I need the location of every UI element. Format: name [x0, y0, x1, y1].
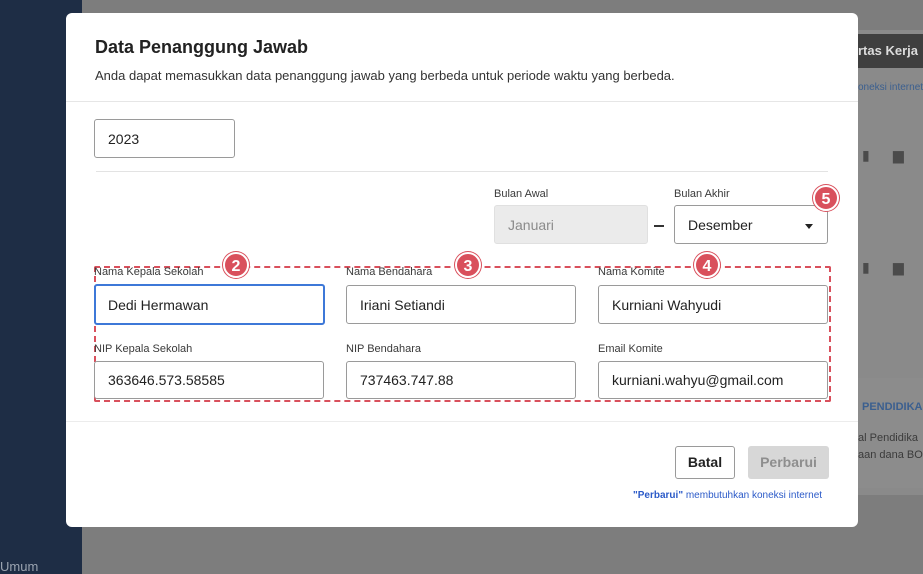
email-komite-input[interactable]: kurniani.wahyu@gmail.com — [598, 361, 828, 399]
kertas-kerja-button[interactable]: rtas Kerja — [852, 34, 923, 68]
internet-note: "Perbarui" membutuhkan koneksi internet — [633, 490, 822, 501]
sidebar-label-umum[interactable]: Umum — [0, 559, 38, 574]
bulan-awal-select[interactable]: Januari — [494, 205, 648, 244]
note-text: membutuhkan koneksi internet — [683, 490, 823, 501]
penanggung-jawab-dialog: Data Penanggung Jawab Anda dapat memasuk… — [66, 13, 858, 527]
kepala-sekolah-input[interactable]: Dedi Hermawan — [94, 284, 325, 325]
dialog-title: Data Penanggung Jawab — [95, 37, 309, 57]
step-badge-4: 4 — [694, 252, 720, 278]
nip-kepala-sekolah-label: NIP Kepala Sekolah — [94, 343, 193, 355]
bendahara-input[interactable]: Iriani Setiandi — [346, 285, 576, 324]
pendidikan-heading: PENDIDIKA — [862, 401, 923, 413]
nip-bendahara-input[interactable]: 737463.747.88 — [346, 361, 576, 399]
step-badge-5: 5 — [813, 185, 839, 211]
komite-label: Nama Komite — [598, 266, 665, 278]
nip-kepala-sekolah-input[interactable]: 363646.573.58585 — [94, 361, 324, 399]
note-perbarui: "Perbarui" — [633, 490, 684, 501]
trash-icon[interactable]: ▮ — [862, 148, 876, 162]
trash-icon[interactable]: ▮ — [862, 260, 876, 274]
card-text-line: aan dana BO — [858, 449, 923, 461]
print-icon[interactable]: ▆ — [893, 148, 907, 162]
kepala-sekolah-label: Nama Kepala Sekolah — [94, 266, 204, 278]
divider — [96, 171, 828, 172]
footer-divider — [66, 421, 858, 422]
dialog-subtitle: Anda dapat memasukkan data penanggung ja… — [95, 68, 675, 83]
batal-button[interactable]: Batal — [675, 446, 735, 479]
bulan-awal-label: Bulan Awal — [494, 188, 549, 200]
bulan-akhir-select[interactable]: Desember — [674, 205, 828, 244]
step-badge-2: 2 — [223, 252, 249, 278]
bulan-akhir-value: Desember — [688, 216, 753, 233]
komite-input[interactable]: Kurniani Wahyudi — [598, 285, 828, 324]
range-separator — [654, 225, 664, 227]
step-badge-3: 3 — [455, 252, 481, 278]
card-text-line: al Pendidika — [858, 432, 918, 444]
bendahara-label: Nama Bendahara — [346, 266, 433, 278]
chevron-down-icon — [805, 224, 813, 229]
bulan-akhir-label: Bulan Akhir — [674, 188, 730, 200]
year-field[interactable]: 2023 — [94, 119, 235, 158]
print-icon[interactable]: ▆ — [893, 260, 907, 274]
dialog-header: Data Penanggung Jawab Anda dapat memasuk… — [66, 13, 858, 102]
koneksi-internet-link[interactable]: oneksi internet — [858, 82, 923, 93]
perbarui-button[interactable]: Perbarui — [748, 446, 829, 479]
nip-bendahara-label: NIP Bendahara — [346, 343, 422, 355]
email-komite-label: Email Komite — [598, 343, 663, 355]
